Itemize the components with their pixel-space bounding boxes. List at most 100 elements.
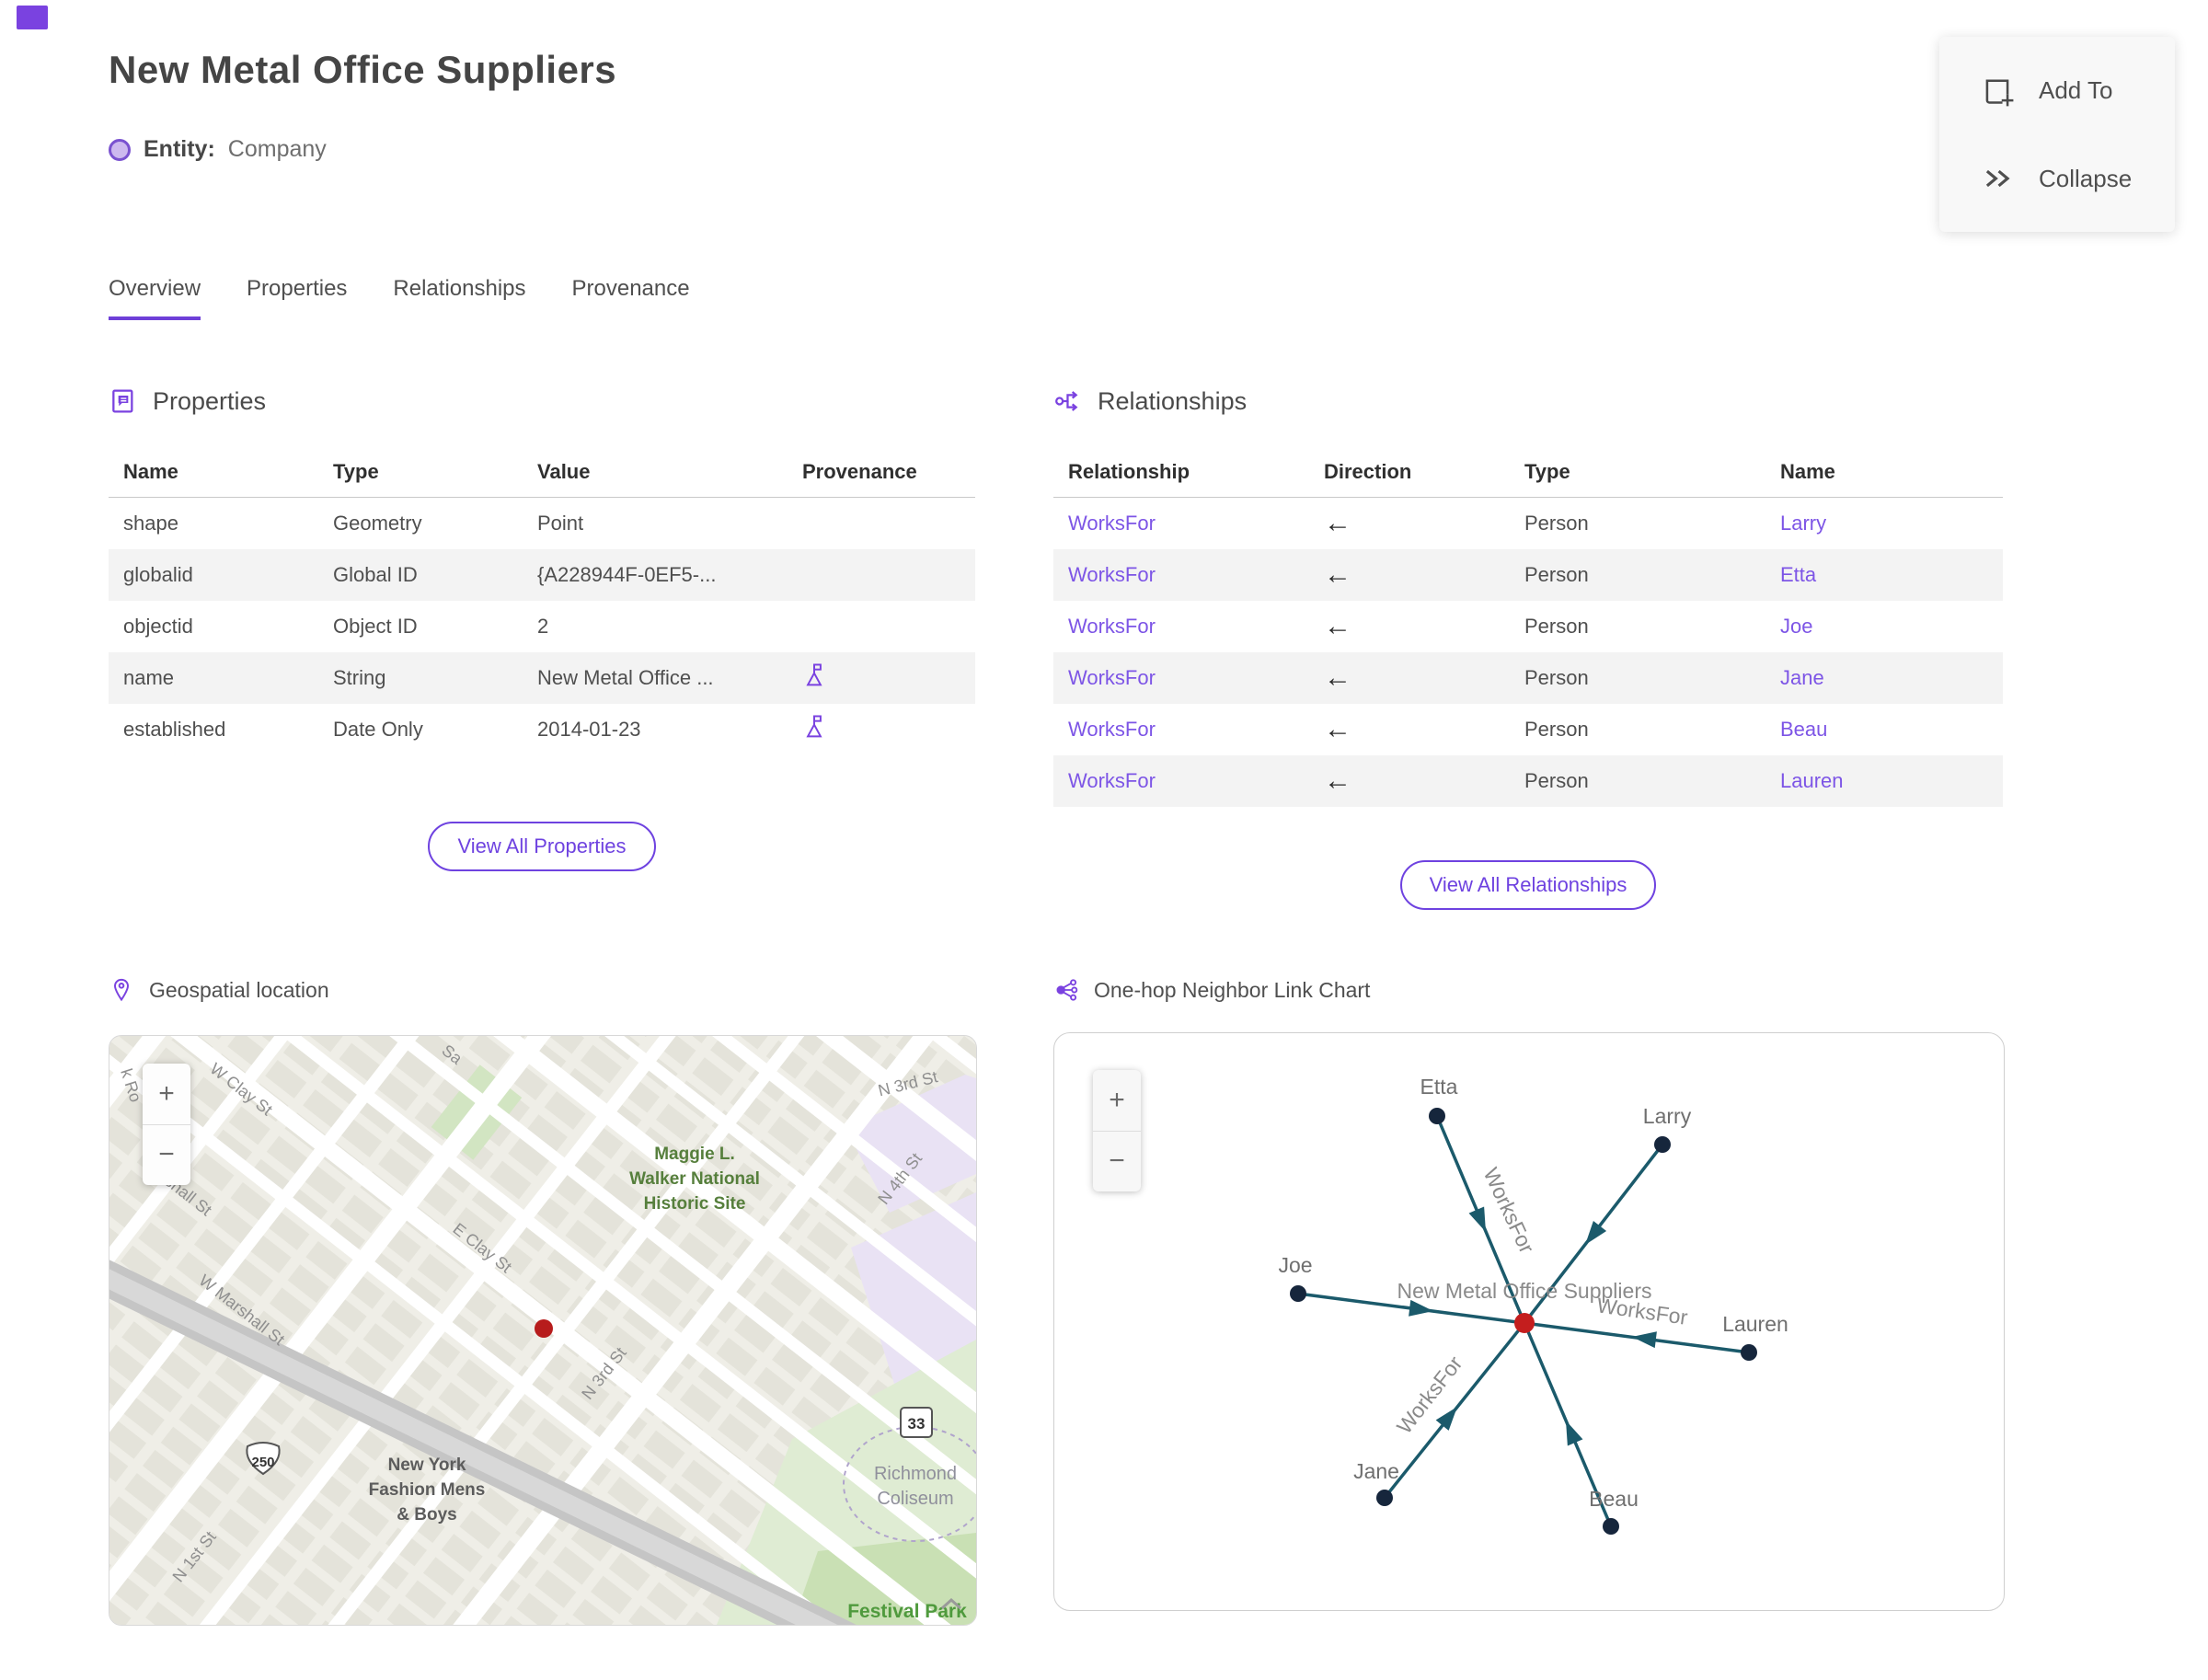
- tab-bar: Overview Properties Relationships Proven…: [109, 276, 690, 320]
- node-label-etta: Etta: [1420, 1075, 1458, 1099]
- direction-arrow: ←: [1324, 765, 1351, 796]
- properties-section-title: Properties: [153, 386, 267, 415]
- geospatial-map[interactable]: k Ro W Clay St Sa N 3rd St N 4th St arsh…: [109, 1035, 977, 1626]
- node-jane[interactable]: [1376, 1490, 1393, 1506]
- entity-link[interactable]: Joe: [1780, 615, 1812, 638]
- prop-type: Date Only: [333, 718, 423, 741]
- chart-zoom-control: + −: [1093, 1070, 1141, 1191]
- col-value: Value: [523, 447, 788, 498]
- entity-link[interactable]: Larry: [1780, 512, 1826, 535]
- relationships-table: Relationship Direction Type Name WorksFo…: [1053, 447, 2003, 807]
- table-row: WorksFor ← Person Joe: [1053, 601, 2003, 652]
- rel-type: Person: [1524, 718, 1589, 741]
- prop-provenance: [788, 652, 975, 704]
- tab-relationships[interactable]: Relationships: [393, 276, 525, 320]
- prop-provenance: [788, 601, 975, 652]
- svg-text:Maggie L.: Maggie L.: [654, 1145, 735, 1164]
- entity-type-dot-icon: [109, 138, 131, 161]
- rel-type: Person: [1524, 666, 1589, 689]
- relationship-link[interactable]: WorksFor: [1068, 615, 1156, 638]
- collapse-label: Collapse: [2039, 164, 2133, 192]
- col-name: Name: [1765, 447, 2003, 498]
- map-label-festival: Festival Park: [847, 1601, 967, 1622]
- relationship-link[interactable]: WorksFor: [1068, 512, 1156, 535]
- prop-value: Point: [537, 512, 584, 535]
- entity-link[interactable]: Jane: [1780, 666, 1824, 689]
- map-zoom-in-button[interactable]: +: [143, 1064, 190, 1125]
- provenance-flag-icon[interactable]: [802, 662, 826, 689]
- relationships-section-header: Relationships: [1053, 386, 2003, 416]
- chart-zoom-in-button[interactable]: +: [1093, 1070, 1141, 1132]
- app-corner-accent: [17, 6, 48, 29]
- prop-type: String: [333, 666, 386, 689]
- prop-provenance: [788, 549, 975, 601]
- table-row: established Date Only 2014-01-23: [109, 704, 975, 755]
- svg-text:33: 33: [908, 1415, 926, 1433]
- relationship-link[interactable]: WorksFor: [1068, 769, 1156, 792]
- relationships-section-title: Relationships: [1098, 386, 1248, 415]
- relationship-link[interactable]: WorksFor: [1068, 718, 1156, 741]
- map-location-marker[interactable]: [535, 1319, 553, 1338]
- entity-link[interactable]: Beau: [1780, 718, 1827, 741]
- rel-type: Person: [1524, 563, 1589, 586]
- tab-provenance[interactable]: Provenance: [572, 276, 690, 320]
- add-to-button[interactable]: Add To: [1980, 61, 2175, 120]
- prop-provenance: [788, 498, 975, 550]
- properties-table: Name Type Value Provenance shape Geometr…: [109, 447, 975, 755]
- linkchart-section-header: One-hop Neighbor Link Chart: [1053, 977, 1370, 1003]
- node-larry[interactable]: [1654, 1136, 1671, 1153]
- collapse-button[interactable]: Collapse: [1980, 149, 2175, 208]
- node-label-jane: Jane: [1353, 1459, 1399, 1483]
- view-all-relationships-button[interactable]: View All Relationships: [1399, 860, 1657, 910]
- col-direction: Direction: [1309, 447, 1510, 498]
- node-center[interactable]: [1514, 1313, 1535, 1333]
- tab-overview[interactable]: Overview: [109, 276, 201, 320]
- link-chart-icon: [1056, 979, 1078, 1001]
- chart-zoom-out-button[interactable]: −: [1093, 1132, 1141, 1192]
- col-name: Name: [109, 447, 318, 498]
- route-shield-250: 250: [246, 1442, 281, 1476]
- tab-properties[interactable]: Properties: [247, 276, 347, 320]
- prop-value: New Metal Office ...: [537, 666, 714, 689]
- node-joe[interactable]: [1290, 1285, 1306, 1302]
- node-lauren[interactable]: [1741, 1344, 1757, 1361]
- map-zoom-control: + −: [143, 1064, 190, 1185]
- node-label-beau: Beau: [1589, 1487, 1639, 1511]
- rel-type: Person: [1524, 769, 1589, 792]
- map-zoom-out-button[interactable]: −: [143, 1125, 190, 1186]
- prop-name: shape: [123, 512, 178, 535]
- prop-provenance: [788, 704, 975, 755]
- provenance-flag-icon[interactable]: [802, 713, 826, 741]
- svg-text:New York: New York: [388, 1456, 466, 1475]
- table-row: shape Geometry Point: [109, 498, 975, 550]
- one-hop-link-chart[interactable]: Etta Larry Joe Lauren Jane Beau New Meta…: [1053, 1032, 2005, 1611]
- node-label-joe: Joe: [1278, 1253, 1312, 1277]
- col-type: Type: [318, 447, 523, 498]
- node-beau[interactable]: [1603, 1518, 1619, 1535]
- view-all-properties-button[interactable]: View All Properties: [428, 822, 656, 871]
- entity-row: Entity: Company: [109, 136, 327, 163]
- entity-link[interactable]: Lauren: [1780, 769, 1844, 792]
- link-chart-canvas: Etta Larry Joe Lauren Jane Beau New Meta…: [1278, 1075, 1788, 1535]
- prop-value: 2: [537, 615, 549, 638]
- prop-value: 2014-01-23: [537, 718, 641, 741]
- page-title: New Metal Office Suppliers: [109, 48, 617, 91]
- properties-icon: [112, 389, 133, 413]
- table-row: WorksFor ← Person Jane: [1053, 652, 2003, 704]
- entity-link[interactable]: Etta: [1780, 563, 1816, 586]
- relationship-link[interactable]: WorksFor: [1068, 666, 1156, 689]
- entity-label: Entity:: [144, 136, 215, 162]
- table-row: WorksFor ← Person Etta: [1053, 549, 2003, 601]
- direction-arrow: ←: [1324, 559, 1351, 590]
- table-row: WorksFor ← Person Beau: [1053, 704, 2003, 755]
- prop-name: globalid: [123, 563, 193, 586]
- linkchart-title: One-hop Neighbor Link Chart: [1094, 977, 1371, 1002]
- svg-text:Walker National: Walker National: [629, 1169, 760, 1189]
- node-label-lauren: Lauren: [1722, 1312, 1788, 1336]
- relationship-link[interactable]: WorksFor: [1068, 563, 1156, 586]
- node-etta[interactable]: [1429, 1108, 1445, 1124]
- table-row: globalid Global ID {A228944F-0EF5-...: [109, 549, 975, 601]
- relationships-section: Relationships Relationship Direction Typ…: [1053, 386, 2003, 910]
- edge-label-worksfor: WorksFor: [1478, 1164, 1539, 1257]
- svg-text:Fashion Mens: Fashion Mens: [369, 1480, 486, 1500]
